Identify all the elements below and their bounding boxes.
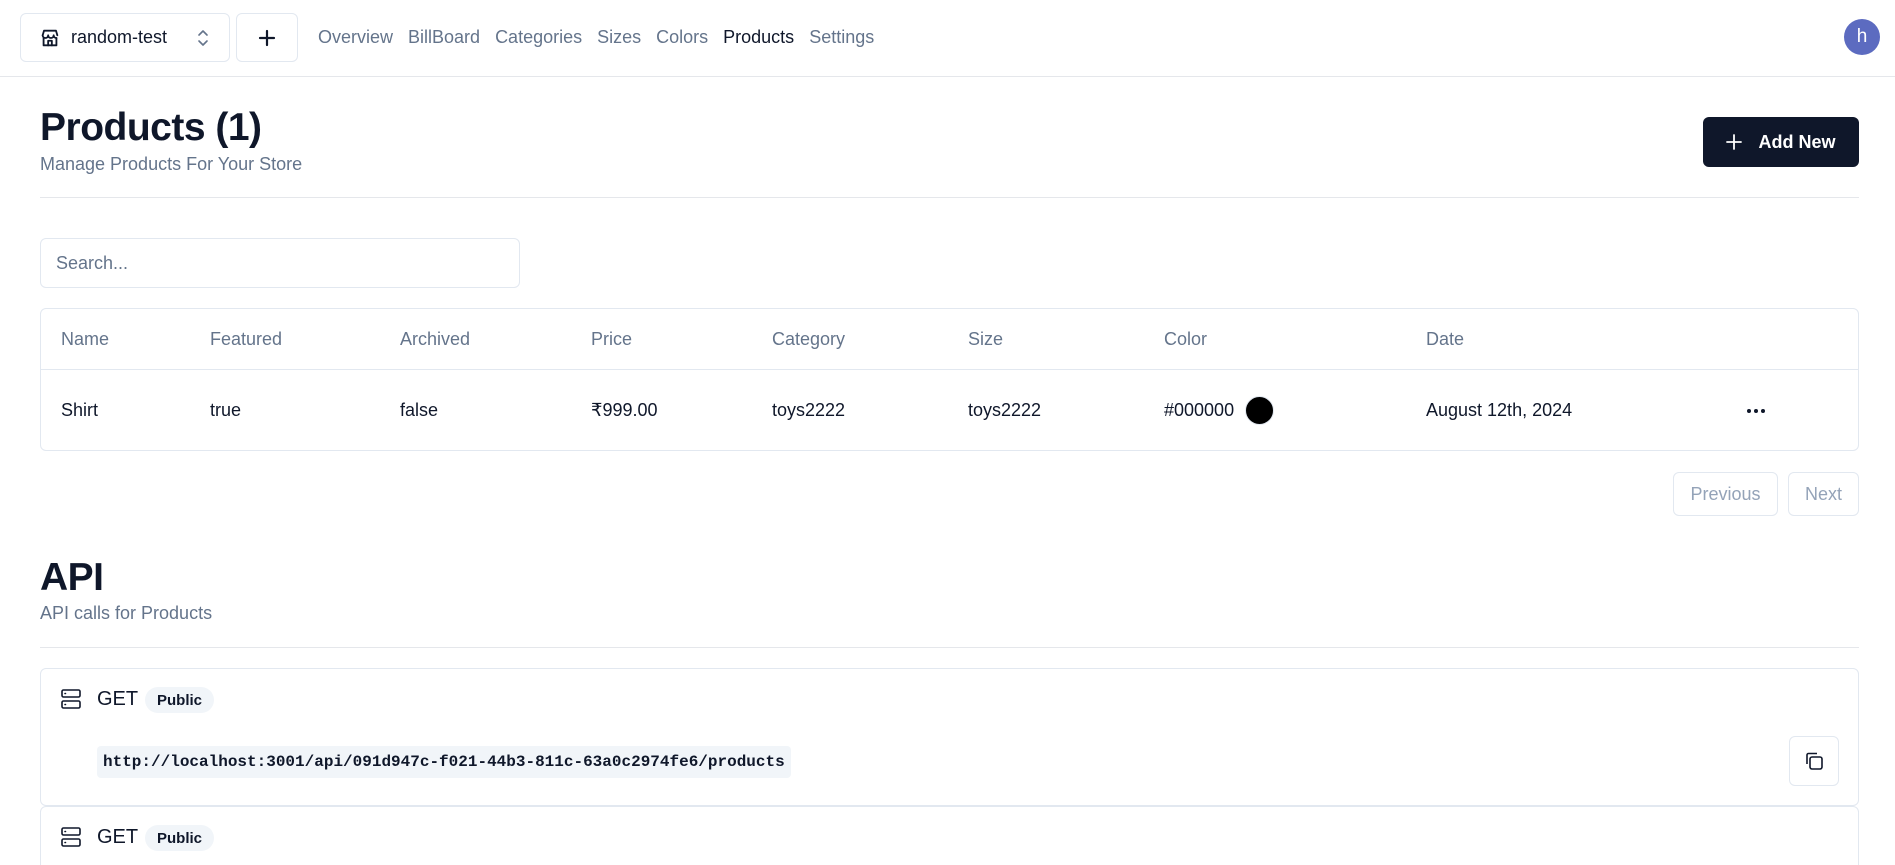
nav-item-overview[interactable]: Overview (318, 27, 393, 48)
more-horizontal-icon (1747, 409, 1765, 413)
cell-date: August 12th, 2024 (1426, 400, 1573, 420)
column-header-name: Name (61, 329, 110, 349)
page-description: Manage Products For Your Store (40, 154, 303, 174)
column-header-date: Date (1426, 329, 1465, 349)
column-header-size: Size (968, 329, 1004, 349)
header-divider (40, 197, 1859, 198)
store-switcher[interactable]: random-test (20, 13, 230, 62)
cell-category: toys2222 (772, 400, 846, 420)
nav-item-colors[interactable]: Colors (656, 27, 708, 48)
cell-archived: false (400, 400, 439, 420)
add-new-label: Add New (1758, 131, 1836, 152)
server-icon (61, 689, 81, 709)
nav-item-sizes[interactable]: Sizes (597, 27, 641, 48)
next-button[interactable]: Next (1788, 472, 1859, 516)
table-row: Shirt true false ₹999.00 toys2222 toys22… (41, 370, 1858, 451)
cell-color: #000000 (1164, 370, 1275, 451)
add-store-button[interactable] (236, 13, 298, 62)
plus-icon (1726, 134, 1743, 150)
column-header-color: Color (1164, 329, 1208, 349)
api-endpoint-card: GET Public http://localhost:3001/api/091… (40, 668, 1859, 806)
copy-url-button[interactable] (1789, 736, 1839, 786)
products-table: Name Featured Archived Price Category Si… (40, 308, 1859, 451)
nav-item-billboard[interactable]: BillBoard (408, 27, 480, 48)
api-method: GET (97, 688, 139, 710)
api-method: GET (97, 826, 139, 848)
cell-featured: true (210, 400, 242, 420)
api-access-badge: Public (145, 825, 215, 851)
plus-icon (258, 29, 276, 46)
chevrons-up-down-icon (198, 29, 208, 46)
user-avatar[interactable]: h (1844, 19, 1880, 55)
main-nav: Overview BillBoard Categories Sizes Colo… (318, 0, 874, 75)
column-header-featured: Featured (210, 329, 283, 349)
search-input[interactable] (40, 238, 520, 288)
api-url: http://localhost:3001/api/091d947c-f021-… (97, 746, 791, 778)
column-header-archived: Archived (400, 329, 471, 349)
copy-icon (1806, 752, 1823, 770)
column-header-category: Category (772, 329, 846, 349)
api-title: API (40, 556, 104, 599)
color-swatch (1245, 396, 1275, 425)
cell-name: Shirt (61, 400, 99, 420)
page-title: Products (1) (40, 106, 262, 149)
cell-price: ₹999.00 (591, 400, 658, 420)
column-header-price: Price (591, 329, 633, 349)
previous-button[interactable]: Previous (1673, 472, 1778, 516)
store-name: random-test (71, 27, 168, 47)
store-icon (41, 29, 59, 46)
api-description: API calls for Products (40, 603, 213, 623)
add-new-button[interactable]: Add New (1703, 117, 1859, 167)
api-endpoint-card: GET Public (40, 806, 1859, 865)
api-access-badge: Public (145, 687, 215, 713)
color-value: #000000 (1164, 400, 1235, 420)
top-navbar: random-test Overview BillBoard Categorie… (0, 0, 1895, 77)
nav-item-settings[interactable]: Settings (809, 27, 874, 48)
cell-size: toys2222 (968, 400, 1042, 420)
api-divider (40, 647, 1859, 648)
table-header: Name Featured Archived Price Category Si… (41, 309, 1858, 370)
nav-item-products[interactable]: Products (723, 27, 794, 48)
server-icon (61, 827, 81, 847)
nav-item-categories[interactable]: Categories (495, 27, 582, 48)
row-actions-button[interactable] (1741, 396, 1771, 426)
